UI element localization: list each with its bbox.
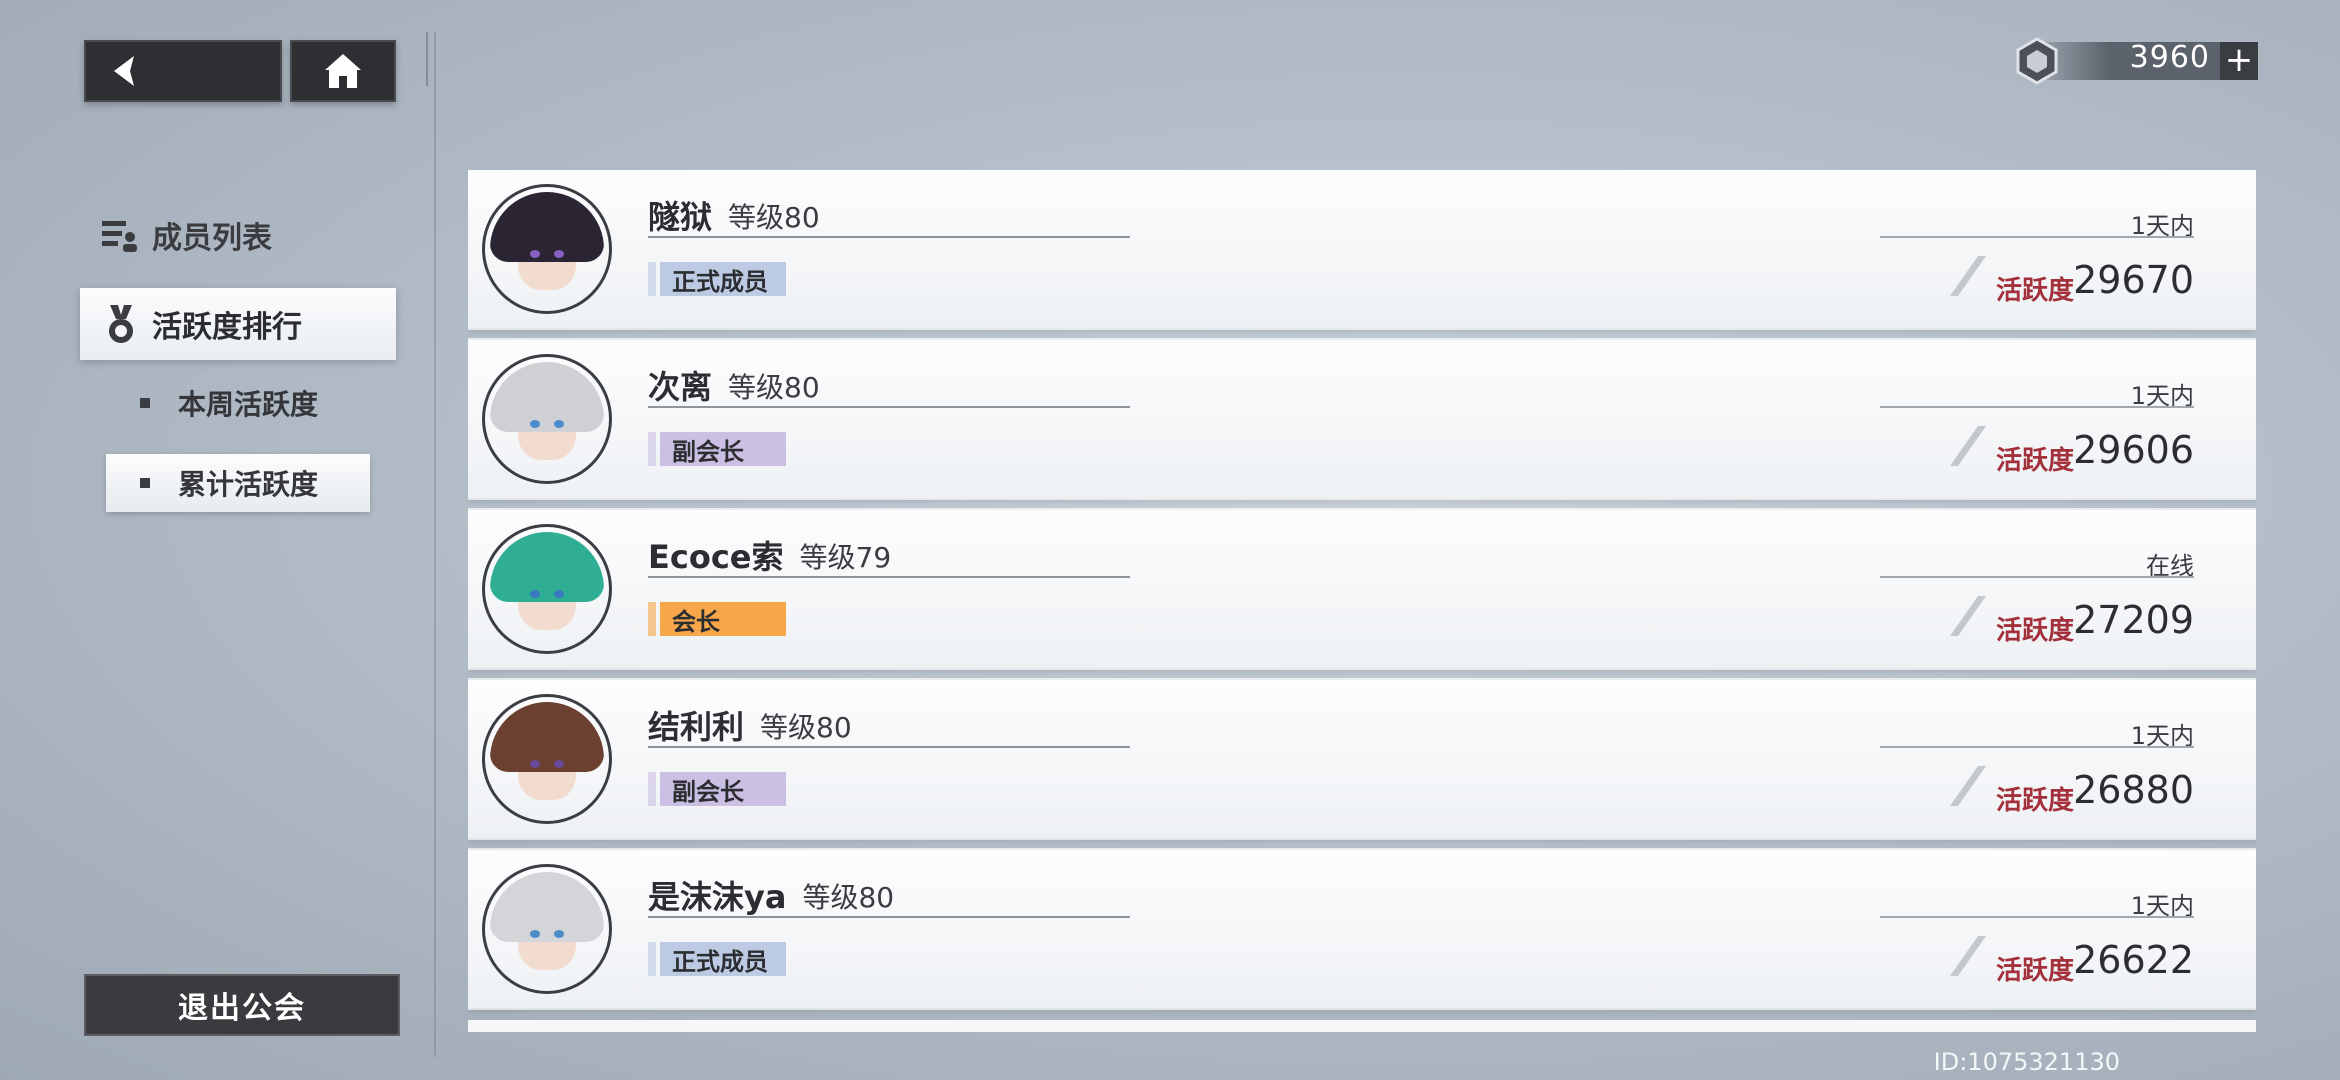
member-avatar[interactable]: [482, 524, 612, 654]
member-avatar[interactable]: [482, 864, 612, 994]
activity-label-text: 活跃度: [1995, 956, 2074, 986]
activity-label: 活跃度: [1996, 950, 2074, 987]
avatar-portrait: [490, 362, 604, 476]
activity-label-text: 活跃度: [1995, 616, 2074, 646]
member-name: 结利利: [648, 708, 745, 746]
member-list-header[interactable]: 成员列表: [100, 210, 272, 260]
avatar-eye: [530, 930, 540, 938]
avatar-eye: [554, 760, 564, 768]
member-level: 等级80: [728, 371, 820, 404]
weekly-activity-tab[interactable]: 本周活跃度: [106, 374, 370, 432]
slash-decoration-icon: [1950, 596, 1986, 636]
avatar-eye: [530, 590, 540, 598]
avatar-portrait: [490, 192, 604, 306]
role-badge: 正式成员: [648, 262, 786, 296]
member-level: 等级80: [760, 711, 852, 744]
activity-label-text: 活跃度: [1995, 786, 2074, 816]
member-level: 等级79: [799, 541, 892, 574]
status-underline: [1880, 236, 2194, 238]
activity-label: 活跃度: [1996, 610, 2074, 647]
member-card[interactable]: 次离 等级80 副会长 1天内 活跃度 29606: [468, 340, 2256, 498]
avatar-eye: [554, 250, 564, 258]
status-underline: [1880, 576, 2194, 578]
activity-value: 26880: [2073, 768, 2194, 812]
player-id: ID:1075321130: [1933, 1048, 2120, 1076]
currency-value: 3960: [2129, 40, 2210, 75]
activity-value: 29670: [2073, 258, 2194, 302]
avatar-eye: [554, 930, 564, 938]
role-badge: 副会长: [648, 772, 786, 806]
member-name: 次离: [648, 368, 713, 406]
member-avatar[interactable]: [482, 694, 612, 824]
member-name: Ecoce索: [648, 538, 784, 576]
member-list-icon: [102, 221, 137, 252]
avatar-portrait: [490, 532, 604, 646]
weekly-activity-label: 本周活跃度: [178, 388, 319, 421]
avatar-portrait: [490, 702, 604, 816]
member-card[interactable]: 隧狱 等级80 正式成员 1天内 活跃度 29670: [468, 170, 2256, 328]
avatar-eye: [530, 250, 540, 258]
total-activity-tab[interactable]: 累计活跃度: [106, 454, 370, 512]
member-card[interactable]: 是沫沫ya 等级80 正式成员 1天内 活跃度 26622: [468, 850, 2256, 1008]
activity-ranking-label: 活跃度排行: [152, 310, 302, 345]
activity-label: 活跃度: [1996, 440, 2074, 477]
activity-label-text: 活跃度: [1995, 446, 2074, 476]
activity-value: 27209: [2073, 598, 2194, 642]
member-list-label: 成员列表: [152, 221, 272, 256]
status-underline: [1880, 746, 2194, 748]
avatar-portrait: [490, 872, 604, 986]
avatar-eye: [554, 590, 564, 598]
activity-label: 活跃度: [1996, 780, 2074, 817]
currency-display: 3960 +: [2012, 36, 2258, 86]
bullet: [140, 478, 150, 488]
activity-value: 29606: [2073, 428, 2194, 472]
member-list[interactable]: 隧狱 等级80 正式成员 1天内 活跃度 29670 次离 等级80 副会长 1…: [468, 170, 2256, 1032]
home-button[interactable]: [290, 40, 396, 102]
member-card[interactable]: Ecoce索 等级79 会长 在线 活跃度 27209: [468, 510, 2256, 668]
member-card-partial[interactable]: [468, 1020, 2256, 1032]
name-underline: [648, 406, 1130, 408]
guild-coin-icon: [2016, 37, 2058, 85]
member-level: 等级80: [728, 201, 820, 234]
back-arrow-icon: [114, 56, 134, 86]
member-name: 隧狱: [648, 198, 713, 236]
name-underline: [648, 916, 1130, 918]
avatar-eye: [530, 420, 540, 428]
member-level: 等级80: [802, 881, 895, 914]
home-icon: [325, 54, 361, 88]
add-currency-button[interactable]: +: [2220, 42, 2258, 80]
slash-decoration-icon: [1950, 256, 1986, 296]
member-card[interactable]: 结利利 等级80 副会长 1天内 活跃度 26880: [468, 680, 2256, 838]
divider-top: [426, 32, 428, 86]
role-badge: 正式成员: [648, 942, 786, 976]
status-underline: [1880, 916, 2194, 918]
member-name: 是沫沫ya: [648, 878, 787, 916]
activity-label: 活跃度: [1996, 270, 2074, 307]
quit-guild-button[interactable]: 退出公会: [84, 974, 400, 1036]
role-badge: 会长: [648, 602, 786, 636]
slash-decoration-icon: [1950, 766, 1986, 806]
total-activity-label: 累计活跃度: [178, 468, 319, 501]
activity-value: 26622: [2073, 938, 2194, 982]
status-underline: [1880, 406, 2194, 408]
slash-decoration-icon: [1950, 936, 1986, 976]
name-underline: [648, 236, 1130, 238]
activity-label-text: 活跃度: [1995, 276, 2074, 306]
activity-ranking-tab[interactable]: 活跃度排行: [80, 288, 396, 360]
member-avatar[interactable]: [482, 354, 612, 484]
bullet: [140, 398, 150, 408]
name-underline: [648, 576, 1130, 578]
avatar-eye: [530, 760, 540, 768]
slash-decoration-icon: [1950, 426, 1986, 466]
divider: [434, 32, 436, 1057]
avatar-eye: [554, 420, 564, 428]
back-button[interactable]: [84, 40, 282, 102]
medal-icon: [109, 305, 133, 343]
name-underline: [648, 746, 1130, 748]
member-avatar[interactable]: [482, 184, 612, 314]
role-badge: 副会长: [648, 432, 786, 466]
